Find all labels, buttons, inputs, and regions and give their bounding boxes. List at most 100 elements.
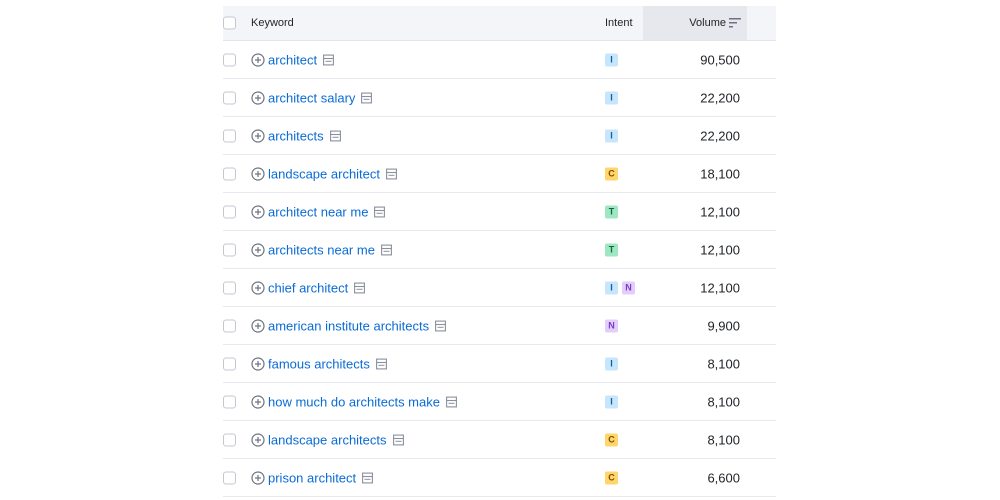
keyword-cell: landscape architects <box>268 432 404 447</box>
add-to-list-icon[interactable] <box>251 470 265 485</box>
serp-preview-icon[interactable] <box>362 472 374 483</box>
serp-preview-icon[interactable] <box>386 168 397 179</box>
table-row: prison architect C 6,600 <box>223 459 776 497</box>
row-checkbox[interactable] <box>223 281 236 294</box>
row-checkbox[interactable] <box>223 319 236 332</box>
intent-cell: N <box>605 319 618 332</box>
keyword-link[interactable]: architect near me <box>268 204 368 219</box>
keyword-cell: architect near me <box>268 204 386 219</box>
volume-value: 12,100 <box>700 242 740 257</box>
row-checkbox[interactable] <box>223 167 236 180</box>
keyword-link[interactable]: famous architects <box>268 356 370 371</box>
serp-preview-icon[interactable] <box>323 54 335 65</box>
table-row: landscape architects C 8,100 <box>223 421 776 459</box>
add-to-list-icon[interactable] <box>251 90 265 105</box>
serp-preview-icon[interactable] <box>329 130 341 141</box>
intent-badge[interactable]: I <box>605 53 618 66</box>
row-checkbox[interactable] <box>223 129 236 142</box>
table-row: chief architect IN 12,100 <box>223 269 776 307</box>
keyword-link[interactable]: chief architect <box>268 280 348 295</box>
intent-cell: I <box>605 357 618 370</box>
volume-value: 12,100 <box>700 280 740 295</box>
serp-preview-icon[interactable] <box>392 434 404 445</box>
table-header: Keyword Intent Volume <box>223 6 776 41</box>
row-checkbox[interactable] <box>223 53 236 66</box>
intent-column-header[interactable]: Intent <box>605 17 633 29</box>
intent-badge[interactable]: I <box>605 129 618 142</box>
intent-badge[interactable]: T <box>605 205 618 218</box>
keyword-link[interactable]: architect <box>268 52 317 67</box>
serp-preview-icon[interactable] <box>380 244 392 255</box>
intent-badge[interactable]: I <box>605 281 618 294</box>
intent-badge[interactable]: N <box>605 319 618 332</box>
row-checkbox[interactable] <box>223 205 236 218</box>
intent-cell: I <box>605 53 618 66</box>
keyword-cell: architect <box>268 52 335 67</box>
volume-value: 8,100 <box>707 356 740 371</box>
add-to-list-icon[interactable] <box>251 356 265 371</box>
add-to-list-icon[interactable] <box>251 242 265 257</box>
sort-descending-icon[interactable] <box>729 17 741 29</box>
add-to-list-icon[interactable] <box>251 204 265 219</box>
keyword-link[interactable]: architects near me <box>268 242 375 257</box>
serp-preview-icon[interactable] <box>374 206 386 217</box>
volume-value: 8,100 <box>707 432 740 447</box>
select-all-checkbox[interactable] <box>223 16 236 30</box>
add-to-list-icon[interactable] <box>251 432 265 447</box>
table-row: architect near me T 12,100 <box>223 193 776 231</box>
volume-column-header[interactable]: Volume <box>643 6 747 40</box>
intent-cell: C <box>605 433 618 446</box>
intent-cell: C <box>605 167 618 180</box>
keyword-cell: how much do architects make <box>268 394 457 409</box>
keyword-link[interactable]: landscape architect <box>268 166 380 181</box>
intent-badge[interactable]: C <box>605 433 618 446</box>
add-to-list-icon[interactable] <box>251 52 265 67</box>
volume-value: 18,100 <box>700 166 740 181</box>
keyword-cell: architects <box>268 128 341 143</box>
add-to-list-icon[interactable] <box>251 394 265 409</box>
volume-value: 22,200 <box>700 128 740 143</box>
intent-badge[interactable]: I <box>605 357 618 370</box>
table-row: how much do architects make I 8,100 <box>223 383 776 421</box>
row-checkbox[interactable] <box>223 357 236 370</box>
serp-preview-icon[interactable] <box>354 282 366 293</box>
keyword-link[interactable]: american institute architects <box>268 318 429 333</box>
keyword-column-header[interactable]: Keyword <box>251 17 294 29</box>
intent-cell: I <box>605 129 618 142</box>
add-to-list-icon[interactable] <box>251 280 265 295</box>
serp-preview-icon[interactable] <box>435 320 447 331</box>
volume-value: 22,200 <box>700 90 740 105</box>
serp-preview-icon[interactable] <box>361 92 373 103</box>
add-to-list-icon[interactable] <box>251 318 265 333</box>
row-checkbox[interactable] <box>223 471 236 484</box>
keyword-link[interactable]: how much do architects make <box>268 394 440 409</box>
row-checkbox[interactable] <box>223 243 236 256</box>
serp-preview-icon[interactable] <box>446 396 457 407</box>
add-to-list-icon[interactable] <box>251 128 265 143</box>
intent-cell: T <box>605 205 618 218</box>
table-body: architect I 90,500 architect salary I 22… <box>223 41 776 497</box>
intent-cell: T <box>605 243 618 256</box>
intent-badge[interactable]: N <box>622 281 635 294</box>
volume-value: 12,100 <box>700 204 740 219</box>
row-checkbox[interactable] <box>223 395 236 408</box>
row-checkbox[interactable] <box>223 91 236 104</box>
keyword-link[interactable]: landscape architects <box>268 432 387 447</box>
intent-badge[interactable]: I <box>605 395 618 408</box>
row-checkbox[interactable] <box>223 433 236 446</box>
volume-value: 90,500 <box>700 52 740 67</box>
intent-badge[interactable]: C <box>605 471 618 484</box>
keyword-cell: landscape architect <box>268 166 397 181</box>
intent-badge[interactable]: I <box>605 91 618 104</box>
intent-badge[interactable]: T <box>605 243 618 256</box>
intent-badge[interactable]: C <box>605 167 618 180</box>
keyword-table: Keyword Intent Volume architect I 90,500… <box>223 6 776 497</box>
volume-value: 6,600 <box>707 470 740 485</box>
intent-cell: IN <box>605 281 635 294</box>
keyword-cell: prison architect <box>268 470 374 485</box>
add-to-list-icon[interactable] <box>251 166 265 181</box>
keyword-link[interactable]: prison architect <box>268 470 356 485</box>
serp-preview-icon[interactable] <box>375 358 387 369</box>
keyword-link[interactable]: architects <box>268 128 324 143</box>
keyword-link[interactable]: architect salary <box>268 90 355 105</box>
